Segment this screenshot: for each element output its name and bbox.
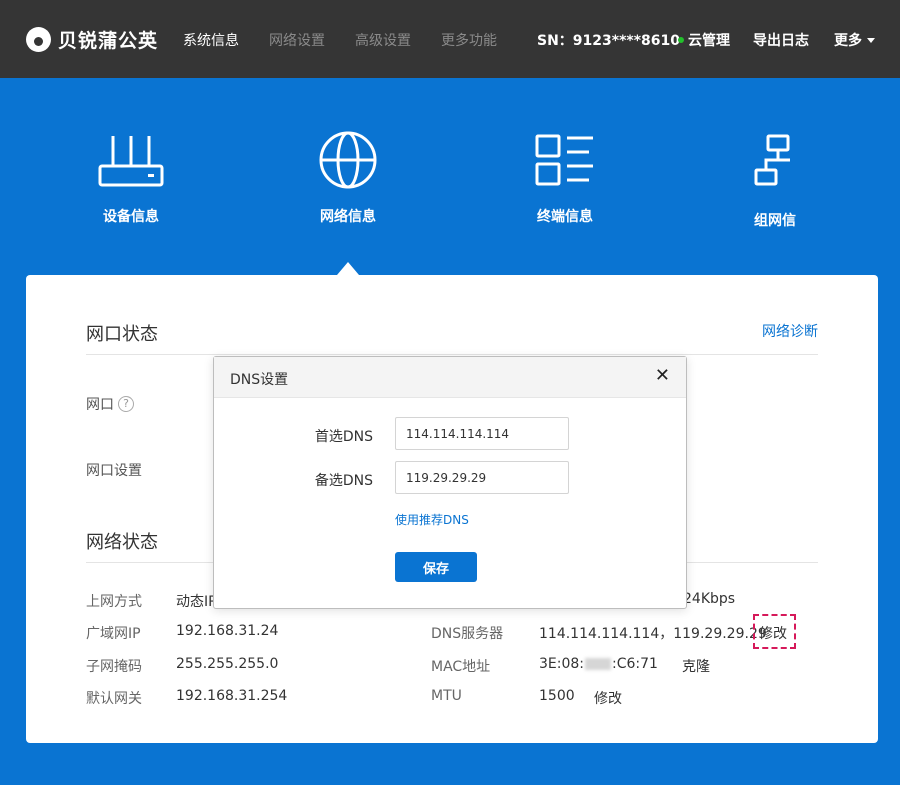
close-icon[interactable]: ✕ (655, 365, 670, 386)
cloud-manage-label: 云管理 (688, 33, 730, 49)
wan-ip-value: 192.168.31.24 (176, 623, 279, 639)
port-label-text: 网口 (86, 397, 114, 413)
mtu-value: 1500 (539, 688, 575, 704)
info-label: 上网方式 (86, 594, 142, 610)
feature-network-info[interactable]: 网络信息 (283, 130, 413, 226)
divider (86, 354, 818, 355)
connection-type-value: 动态IP (176, 594, 217, 610)
primary-dns-input[interactable] (395, 417, 569, 450)
info-label: DNS服务器 (431, 626, 504, 642)
feature-label: 终端信息 (537, 209, 593, 225)
globe-icon (319, 131, 377, 189)
dns-settings-dialog: DNS设置 ✕ 首选DNS 备选DNS 使用推荐DNS 保存 (213, 356, 687, 609)
dns-edit-highlight (753, 614, 796, 649)
secondary-dns-label: 备选DNS (314, 473, 373, 489)
feature-mesh-info[interactable]: 组网信 (754, 130, 796, 230)
gateway-value: 192.168.31.254 (176, 688, 288, 704)
port-label: 网口? (86, 394, 134, 414)
nav-system-info[interactable]: 系统信息 (183, 30, 239, 50)
primary-dns-label: 首选DNS (314, 429, 373, 445)
port-settings-label: 网口设置 (86, 463, 142, 479)
save-button[interactable]: 保存 (395, 552, 477, 582)
mac-prefix: 3E:08: (539, 656, 585, 672)
top-bar: 贝锐蒲公英 系统信息 网络设置 高级设置 更多功能 SN：9123****861… (0, 0, 900, 78)
feature-mesh-clip: 组网信 (700, 130, 900, 250)
caret-down-icon (867, 37, 875, 43)
dns-server-value: 114.114.114.114，119.29.29.29 (539, 626, 767, 642)
mac-address-value: 3E:08: :C6:71 (539, 656, 658, 672)
network-topology-icon (754, 134, 790, 186)
cloud-manage-link[interactable]: 云管理 (678, 30, 730, 50)
nav-advanced-settings[interactable]: 高级设置 (355, 30, 411, 50)
device-sn: SN：9123****8610 (537, 33, 681, 49)
logo-icon (26, 26, 51, 52)
online-status-dot (678, 37, 684, 43)
dialog-title: DNS设置 (230, 372, 289, 388)
info-label: MAC地址 (431, 659, 491, 675)
brand-logo[interactable]: 贝锐蒲公英 (26, 24, 158, 54)
network-status-title: 网络状态 (86, 532, 158, 553)
more-menu[interactable]: 更多 (834, 30, 875, 50)
feature-label: 设备信息 (103, 209, 159, 225)
network-diagnose-link[interactable]: 网络诊断 (762, 321, 818, 341)
mac-redacted-block (585, 658, 612, 670)
feature-label: 网络信息 (320, 209, 376, 225)
use-recommended-dns-link[interactable]: 使用推荐DNS (395, 511, 469, 528)
nav-network-settings[interactable]: 网络设置 (269, 30, 325, 50)
brand-name: 贝锐蒲公英 (58, 29, 159, 52)
mac-suffix: :C6:71 (612, 656, 658, 672)
mtu-edit-link[interactable]: 修改 (594, 688, 622, 708)
dialog-header: DNS设置 ✕ (214, 357, 686, 398)
router-icon (98, 136, 164, 187)
feature-terminal-info[interactable]: 终端信息 (500, 130, 630, 226)
info-label: 广域网IP (86, 626, 141, 642)
active-tab-pointer (337, 262, 359, 275)
export-log-link[interactable]: 导出日志 (753, 30, 809, 50)
list-grid-icon (535, 134, 593, 186)
nav-more-features[interactable]: 更多功能 (441, 30, 497, 50)
port-status-title: 网口状态 (86, 324, 158, 345)
feature-device-info[interactable]: 设备信息 (66, 130, 196, 226)
info-label: 子网掩码 (86, 659, 142, 675)
more-label: 更多 (834, 33, 862, 49)
secondary-dns-input[interactable] (395, 461, 569, 494)
speed-value: 24Kbps (683, 591, 736, 607)
subnet-mask-value: 255.255.255.0 (176, 656, 279, 672)
mac-clone-link[interactable]: 克隆 (682, 656, 710, 676)
feature-label: 组网信 (754, 213, 796, 229)
info-label: MTU (431, 688, 462, 704)
info-label: 默认网关 (86, 691, 142, 707)
help-icon[interactable]: ? (118, 396, 134, 412)
